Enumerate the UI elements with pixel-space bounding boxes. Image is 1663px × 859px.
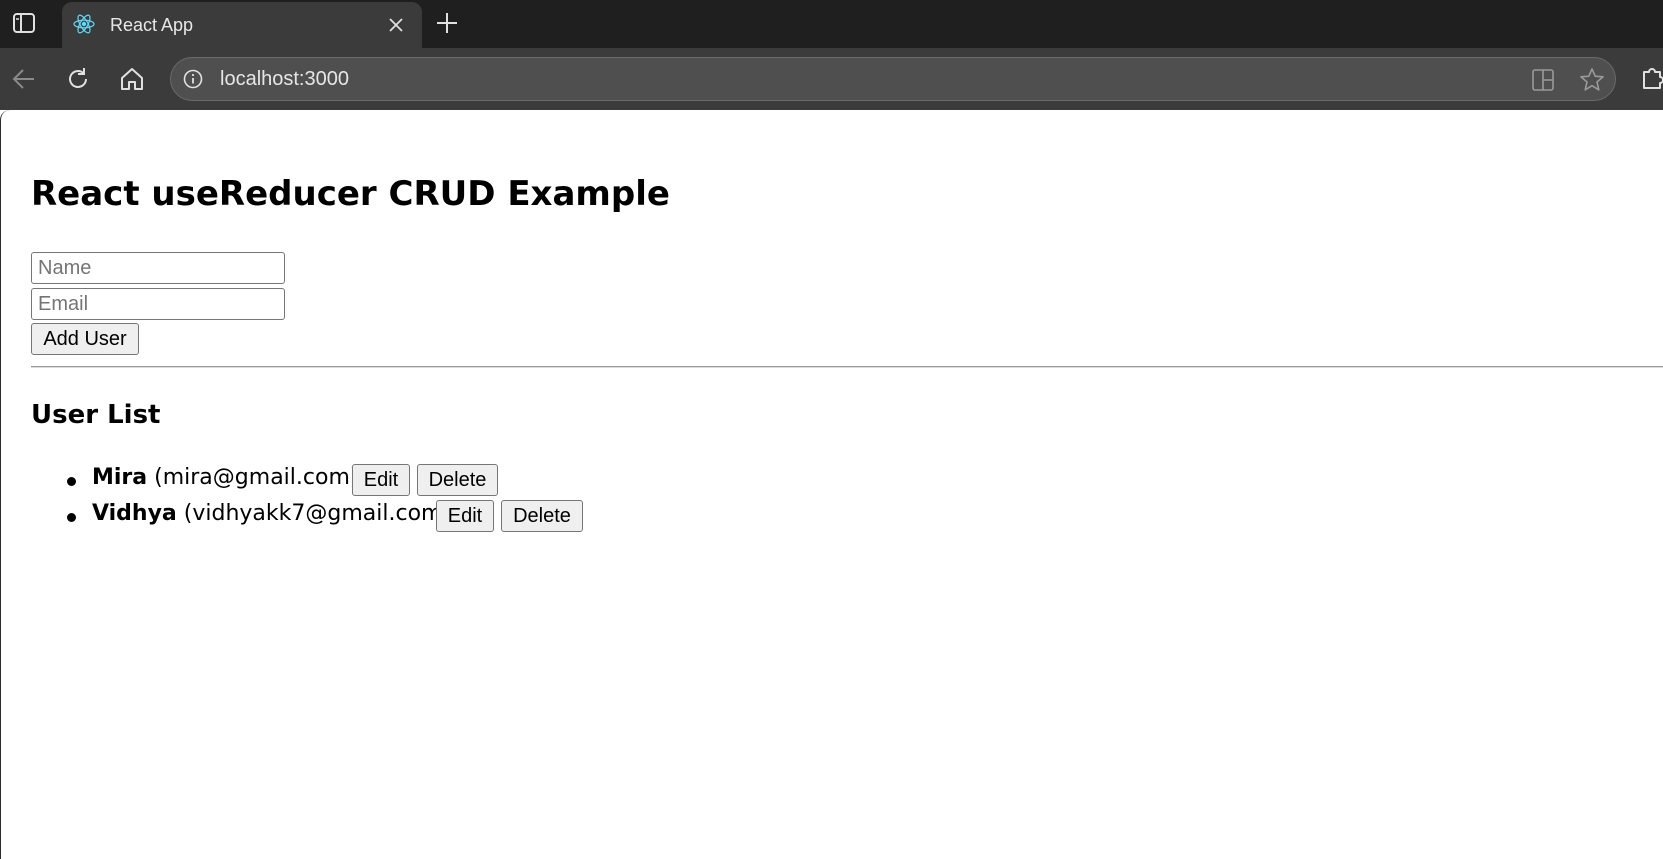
tab-title: React App: [110, 15, 194, 35]
page-viewport: React useReducer CRUD Example Add User U…: [0, 110, 1663, 859]
url-text[interactable]: localhost:3000: [220, 68, 349, 91]
edit-button[interactable]: Edit: [352, 464, 410, 496]
close-icon[interactable]: [388, 17, 404, 33]
address-bar[interactable]: localhost:3000: [170, 57, 1616, 101]
divider: [31, 366, 1663, 368]
tab-strip: React App: [0, 0, 1663, 48]
user-email: (mira@gmail.com): [154, 465, 359, 490]
name-input[interactable]: [31, 252, 285, 284]
puzzle-icon[interactable]: [1640, 64, 1663, 94]
delete-button[interactable]: Delete: [501, 500, 583, 532]
home-icon[interactable]: [119, 66, 145, 92]
delete-button[interactable]: Delete: [417, 464, 498, 496]
edit-button[interactable]: Edit: [436, 500, 494, 532]
user-email: (vidhyakk7@gmail.com): [183, 501, 452, 526]
browser-tab[interactable]: React App: [62, 2, 422, 48]
plus-icon[interactable]: [436, 12, 458, 34]
page-title: React useReducer CRUD Example: [31, 174, 670, 214]
browser-toolbar: localhost:3000: [0, 48, 1663, 110]
react-logo-icon: [72, 12, 96, 36]
add-user-button[interactable]: Add User: [31, 323, 139, 355]
bullet: [67, 513, 76, 522]
split-screen-icon[interactable]: [1531, 68, 1555, 92]
user-entry: Mira (mira@gmail.com): [92, 465, 358, 490]
reload-icon[interactable]: [65, 66, 91, 92]
info-icon[interactable]: [183, 69, 203, 89]
user-list-heading: User List: [31, 400, 161, 430]
bullet: [67, 477, 76, 486]
email-input[interactable]: [31, 288, 285, 320]
user-entry: Vidhya (vidhyakk7@gmail.com): [92, 501, 451, 526]
sidebar-toggle-icon[interactable]: [13, 13, 35, 33]
user-name: Vidhya: [92, 501, 177, 526]
user-name: Mira: [92, 465, 148, 490]
star-icon[interactable]: [1579, 67, 1605, 93]
arrow-left-icon[interactable]: [11, 66, 37, 92]
